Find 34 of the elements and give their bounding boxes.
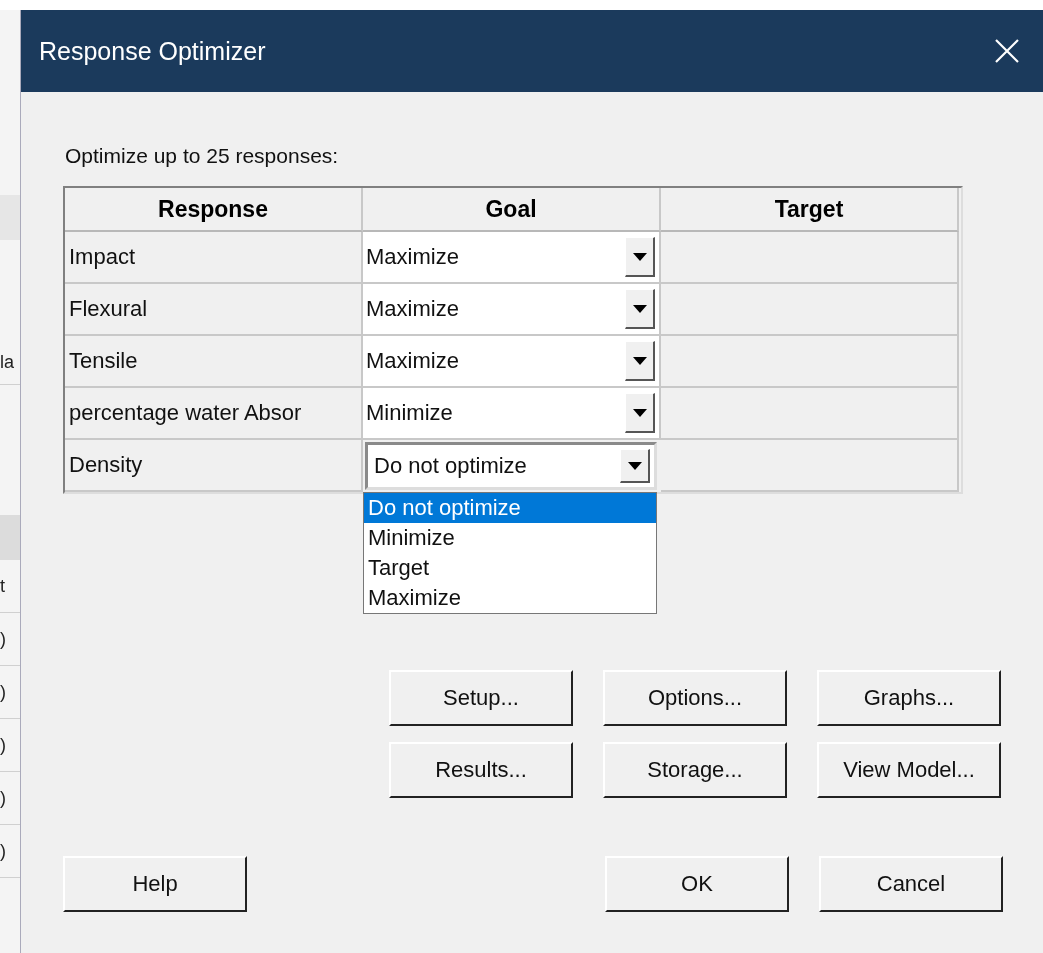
column-header: Response bbox=[65, 188, 363, 232]
dropdown-arrow-icon bbox=[632, 252, 647, 261]
window-title: Response Optimizer bbox=[39, 36, 266, 66]
dialog-button[interactable]: Graphs... bbox=[817, 670, 1001, 726]
goal-dropdown[interactable]: Do not optimize bbox=[365, 442, 657, 490]
close-icon bbox=[995, 39, 1019, 63]
help-button[interactable]: Help bbox=[63, 856, 247, 912]
dropdown-arrow-icon bbox=[632, 304, 647, 313]
dropdown-arrow-icon bbox=[632, 356, 647, 365]
dropdown-option[interactable]: Do not optimize bbox=[364, 493, 656, 523]
dialog-button[interactable]: Results... bbox=[389, 742, 573, 798]
background-text: ) bbox=[0, 772, 20, 825]
background-text: la bbox=[0, 340, 20, 385]
goal-dropdown[interactable]: Maximize bbox=[363, 284, 661, 336]
column-header: Target bbox=[661, 188, 959, 232]
dialog-button[interactable]: Storage... bbox=[603, 742, 787, 798]
background-text: t bbox=[0, 560, 20, 613]
background-text: ) bbox=[0, 613, 20, 666]
dialog-button[interactable]: View Model... bbox=[817, 742, 1001, 798]
prompt-label: Optimize up to 25 responses: bbox=[65, 144, 340, 168]
ok-button[interactable]: OK bbox=[605, 856, 789, 912]
dropdown-arrow-icon bbox=[632, 408, 647, 417]
dialog-button[interactable]: Setup... bbox=[389, 670, 573, 726]
background-text: ) bbox=[0, 719, 20, 772]
table-cell: Density bbox=[65, 440, 363, 492]
goal-dropdown[interactable]: Maximize bbox=[363, 232, 661, 284]
column-header: Goal bbox=[363, 188, 661, 232]
background-text: ) bbox=[0, 825, 20, 878]
goal-dropdown[interactable]: Maximize bbox=[363, 336, 661, 388]
cancel-button[interactable]: Cancel bbox=[819, 856, 1003, 912]
dialog-button[interactable]: Options... bbox=[603, 670, 787, 726]
goal-dropdown[interactable]: Minimize bbox=[363, 388, 661, 440]
background-text: ) bbox=[0, 666, 20, 719]
dropdown-arrow-icon bbox=[627, 461, 642, 470]
